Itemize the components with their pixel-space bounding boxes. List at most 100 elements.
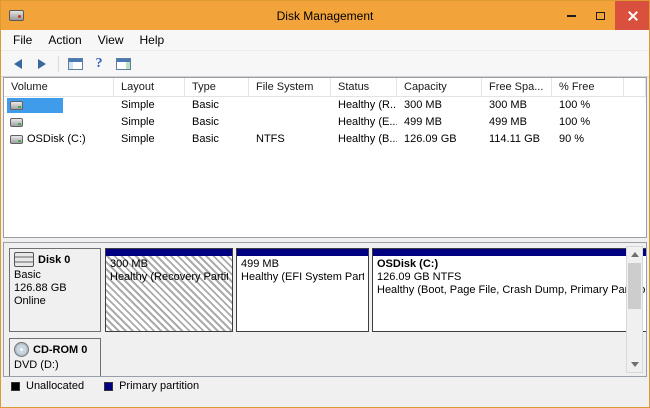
column-header-layout[interactable]: Layout xyxy=(114,78,185,97)
column-header-volume[interactable]: Volume xyxy=(4,78,114,97)
filler-cell xyxy=(624,131,646,148)
free-space-cell: 499 MB xyxy=(482,114,552,131)
toolbar: ? xyxy=(1,51,649,77)
graphical-view: Disk 0 Basic 126.88 GB Online 300 MB Hea… xyxy=(3,242,647,377)
volume-name-cell: OSDisk (C:) xyxy=(4,131,114,148)
window-title: Disk Management xyxy=(1,9,649,23)
filler-cell xyxy=(624,97,646,114)
volume-icon xyxy=(10,135,23,144)
table-row-recovery[interactable]: Simple Basic Healthy (R... 300 MB 300 MB… xyxy=(4,97,646,114)
volume-icon xyxy=(10,101,23,110)
column-header-free-space[interactable]: Free Spa... xyxy=(482,78,552,97)
partition-name: OSDisk (C:) xyxy=(377,258,647,271)
partition-status: Healthy (Boot, Page File, Crash Dump, Pr… xyxy=(377,284,647,297)
table-row-efi[interactable]: Simple Basic Healthy (E... 499 MB 499 MB… xyxy=(4,114,646,131)
disk-0-name: Disk 0 xyxy=(38,254,70,266)
menu-view[interactable]: View xyxy=(90,30,132,50)
legend: Unallocated Primary partition xyxy=(1,377,649,395)
scroll-down-button[interactable] xyxy=(627,357,642,372)
volume-name-cell xyxy=(4,114,114,131)
forward-icon xyxy=(38,59,46,69)
partition-size: 126.09 GB NTFS xyxy=(377,271,647,284)
type-cell: Basic xyxy=(185,114,249,131)
menu-file[interactable]: File xyxy=(5,30,40,50)
column-header-status[interactable]: Status xyxy=(331,78,397,97)
unallocated-label: Unallocated xyxy=(26,380,84,392)
cdrom-kind: DVD (D:) xyxy=(10,359,100,372)
layout-cell: Simple xyxy=(114,97,185,114)
pct-free-cell: 90 % xyxy=(552,131,624,148)
partition-status: Healthy (Recovery Partition) xyxy=(110,271,228,284)
partition-status: Healthy (EFI System Partition) xyxy=(241,271,364,284)
titlebar[interactable]: Disk Management xyxy=(1,1,649,30)
action-pane-button[interactable] xyxy=(112,54,134,74)
primary-partition-swatch xyxy=(104,382,113,391)
status-cell: Healthy (B... xyxy=(331,131,397,148)
partition-size: 499 MB xyxy=(241,258,364,271)
scrollbar-thumb[interactable] xyxy=(628,263,641,309)
partition-efi[interactable]: 499 MB Healthy (EFI System Partition) xyxy=(236,248,369,332)
menu-help[interactable]: Help xyxy=(132,30,173,50)
cd-rom-icon xyxy=(14,342,29,357)
window-bottom-spacer xyxy=(1,395,649,407)
disk-management-window: Disk Management File Action View Help ? … xyxy=(0,0,650,408)
volume-name-cell xyxy=(4,97,114,114)
disk-0-row: Disk 0 Basic 126.88 GB Online 300 MB Hea… xyxy=(9,248,620,332)
file-system-cell xyxy=(249,114,331,131)
selection-highlight xyxy=(7,98,63,113)
table-row-osdisk[interactable]: OSDisk (C:) Simple Basic NTFS Healthy (B… xyxy=(4,131,646,148)
status-cell: Healthy (E... xyxy=(331,114,397,131)
capacity-cell: 300 MB xyxy=(397,97,482,114)
partition-osdisk-body: OSDisk (C:) 126.09 GB NTFS Healthy (Boot… xyxy=(373,256,647,331)
maximize-icon xyxy=(596,12,605,20)
vertical-scrollbar[interactable] xyxy=(626,246,643,373)
partition-color-bar xyxy=(237,249,368,256)
type-cell: Basic xyxy=(185,131,249,148)
close-button[interactable] xyxy=(615,1,649,30)
column-header-capacity[interactable]: Capacity xyxy=(397,78,482,97)
cdrom-label[interactable]: CD-ROM 0 DVD (D:) xyxy=(9,338,101,377)
help-icon: ? xyxy=(96,56,103,72)
capacity-cell: 499 MB xyxy=(397,114,482,131)
partition-color-bar xyxy=(106,249,232,256)
partition-recovery-body: 300 MB Healthy (Recovery Partition) xyxy=(106,256,232,331)
primary-partition-label: Primary partition xyxy=(119,380,199,392)
layout-cell: Simple xyxy=(114,131,185,148)
back-button[interactable] xyxy=(7,54,29,74)
scroll-up-button[interactable] xyxy=(627,247,642,262)
column-header-type[interactable]: Type xyxy=(185,78,249,97)
pct-free-cell: 100 % xyxy=(552,114,624,131)
table-header: Volume Layout Type File System Status Ca… xyxy=(4,78,646,97)
column-header-file-system[interactable]: File System xyxy=(249,78,331,97)
file-system-cell xyxy=(249,97,331,114)
maximize-button[interactable] xyxy=(586,1,615,30)
pct-free-cell: 100 % xyxy=(552,97,624,114)
type-cell: Basic xyxy=(185,97,249,114)
volume-label-wrap: OSDisk (C:) xyxy=(7,132,89,147)
partition-osdisk[interactable]: OSDisk (C:) 126.09 GB NTFS Healthy (Boot… xyxy=(372,248,647,332)
column-header-pct-free[interactable]: % Free xyxy=(552,78,624,97)
action-pane-icon xyxy=(116,58,131,70)
volume-label-wrap xyxy=(7,115,30,130)
partition-recovery[interactable]: 300 MB Healthy (Recovery Partition) xyxy=(105,248,233,332)
disk-0-status: Online xyxy=(10,295,100,308)
help-button[interactable]: ? xyxy=(88,54,110,74)
cdrom-row: CD-ROM 0 DVD (D:) xyxy=(9,338,620,377)
minimize-button[interactable] xyxy=(557,1,586,30)
close-icon xyxy=(627,10,638,21)
filler-cell xyxy=(624,114,646,131)
disk-management-icon xyxy=(9,10,24,21)
menu-action[interactable]: Action xyxy=(40,30,89,50)
disk-0-label[interactable]: Disk 0 Basic 126.88 GB Online xyxy=(9,248,101,332)
partition-efi-body: 499 MB Healthy (EFI System Partition) xyxy=(237,256,368,331)
minimize-icon xyxy=(567,15,576,17)
console-tree-button[interactable] xyxy=(64,54,86,74)
column-header-filler xyxy=(624,78,646,97)
free-space-cell: 114.11 GB xyxy=(482,131,552,148)
partition-color-bar xyxy=(373,249,647,256)
status-cell: Healthy (R... xyxy=(331,97,397,114)
window-controls xyxy=(557,1,649,30)
forward-button[interactable] xyxy=(31,54,53,74)
layout-cell: Simple xyxy=(114,114,185,131)
toolbar-separator xyxy=(58,56,59,72)
